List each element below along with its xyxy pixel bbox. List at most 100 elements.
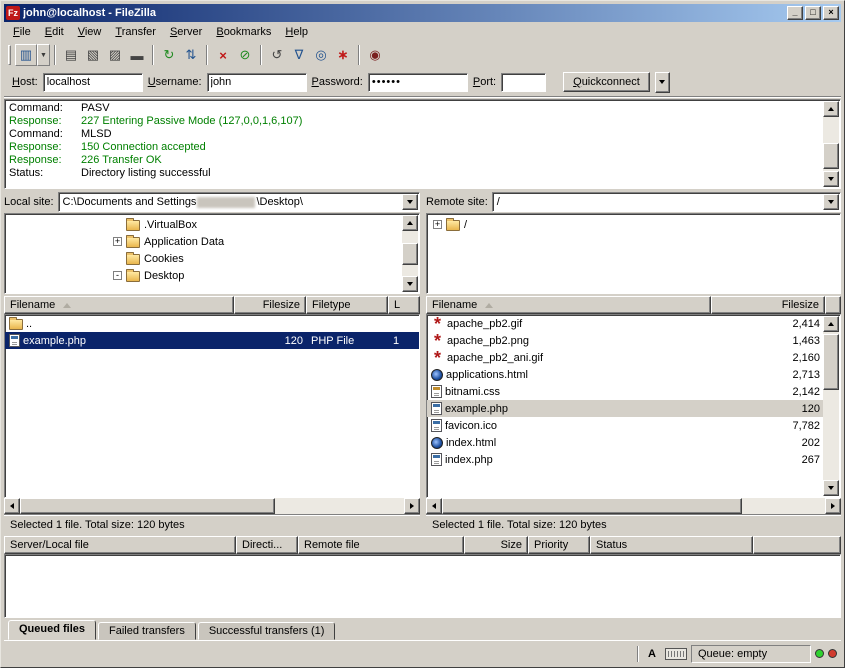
scroll-up-button[interactable] (823, 101, 839, 117)
column-header-direction[interactable]: Directi... (236, 536, 298, 554)
column-header-filename[interactable]: Filename (426, 296, 711, 314)
scroll-thumb[interactable] (402, 243, 418, 265)
column-header-filename[interactable]: Filename (4, 296, 234, 314)
local-site-combo[interactable]: C:\Documents and Settings\Desktop\ (58, 192, 420, 212)
scroll-right-button[interactable] (825, 498, 841, 514)
site-manager-dropdown-icon[interactable]: ▼ (37, 44, 50, 66)
quickconnect-dropdown-button[interactable] (655, 72, 670, 93)
encoding-indicator-icon[interactable]: A (643, 646, 661, 662)
queue-list[interactable] (4, 554, 841, 618)
image-file-icon (431, 351, 444, 364)
synchronized-browsing-icon[interactable]: ∗ (332, 44, 354, 66)
keyboard-icon[interactable] (665, 648, 687, 660)
scroll-thumb[interactable] (823, 334, 839, 390)
menu-transfer[interactable]: Transfer (108, 23, 163, 41)
menu-view[interactable]: View (71, 23, 109, 41)
local-tree-scrollbar[interactable] (402, 215, 418, 292)
tree-item[interactable]: .VirtualBox (5, 216, 419, 233)
tab-successful-transfers[interactable]: Successful transfers (1) (198, 622, 336, 640)
column-header-status[interactable]: Status (590, 536, 753, 554)
column-header-server-local-file[interactable]: Server/Local file (4, 536, 236, 554)
tree-item[interactable]: +/ (427, 216, 840, 233)
site-manager-icon[interactable]: ▥ (15, 44, 37, 66)
reconnect-icon[interactable]: ↺ (266, 44, 288, 66)
tree-item[interactable]: +Application Data (5, 233, 419, 250)
column-header-filesize[interactable]: Filesize (711, 296, 825, 314)
toggle-local-tree-icon[interactable]: ▧ (82, 44, 104, 66)
scroll-right-button[interactable] (404, 498, 420, 514)
menu-edit[interactable]: Edit (38, 23, 71, 41)
file-row[interactable]: index.php267 (427, 451, 824, 468)
file-row[interactable]: applications.html2,713 (427, 366, 824, 383)
scroll-thumb[interactable] (20, 498, 275, 514)
tree-item[interactable]: -Desktop (5, 267, 419, 284)
tree-expander[interactable]: + (113, 237, 122, 246)
status-led-red-icon (828, 649, 837, 658)
file-row[interactable]: .. (5, 315, 419, 332)
scroll-up-button[interactable] (823, 316, 839, 332)
close-button[interactable]: × (823, 6, 839, 20)
file-row[interactable]: apache_pb2.gif2,414 (427, 315, 824, 332)
column-header-last-modified[interactable]: L (388, 296, 420, 314)
menu-bookmarks[interactable]: Bookmarks (209, 23, 278, 41)
column-header-filetype[interactable]: Filetype (306, 296, 388, 314)
remote-path: / (497, 196, 500, 208)
tab-queued-files[interactable]: Queued files (8, 620, 96, 640)
process-queue-icon[interactable]: ⇅ (180, 44, 202, 66)
cancel-icon[interactable]: × (212, 44, 234, 66)
scroll-thumb[interactable] (823, 143, 839, 169)
directory-comparison-icon[interactable]: ◎ (310, 44, 332, 66)
host-input[interactable] (43, 73, 143, 92)
menu-file[interactable]: File (6, 23, 38, 41)
tree-expander[interactable]: + (433, 220, 442, 229)
remote-site-dropdown-button[interactable] (823, 194, 839, 210)
file-row[interactable]: bitnami.css2,142 (427, 383, 824, 400)
quickconnect-button[interactable]: Quickconnect (563, 72, 650, 92)
port-input[interactable] (501, 73, 546, 92)
image-file-icon (431, 317, 444, 330)
remote-horizontal-scrollbar[interactable] (426, 498, 841, 514)
queue-header: Server/Local file Directi... Remote file… (4, 536, 841, 554)
titlebar[interactable]: Fz john@localhost - FileZilla _ □ × (4, 4, 841, 22)
column-header-filesize[interactable]: Filesize (234, 296, 306, 314)
password-input[interactable] (368, 73, 468, 92)
queue-tabs: Queued files Failed transfers Successful… (4, 618, 841, 640)
tab-failed-transfers[interactable]: Failed transfers (98, 622, 196, 640)
toolbar-grip[interactable] (8, 45, 11, 65)
file-row[interactable]: apache_pb2_ani.gif2,160 (427, 349, 824, 366)
tree-item[interactable]: Cookies (5, 250, 419, 267)
toggle-remote-tree-icon[interactable]: ▨ (104, 44, 126, 66)
disconnect-icon[interactable]: ⊘ (234, 44, 256, 66)
minimize-button[interactable]: _ (787, 6, 803, 20)
log-scrollbar[interactable] (823, 101, 839, 187)
scroll-down-button[interactable] (402, 276, 418, 292)
menu-help[interactable]: Help (278, 23, 315, 41)
file-row[interactable]: favicon.ico7,782 (427, 417, 824, 434)
scroll-down-button[interactable] (823, 480, 839, 496)
scroll-up-button[interactable] (402, 215, 418, 231)
toggle-message-log-icon[interactable]: ▤ (60, 44, 82, 66)
local-horizontal-scrollbar[interactable] (4, 498, 420, 514)
local-site-dropdown-button[interactable] (402, 194, 418, 210)
tree-expander[interactable]: - (113, 271, 122, 280)
toggle-transfer-queue-icon[interactable]: ▬ (126, 44, 148, 66)
column-header-size[interactable]: Size (464, 536, 528, 554)
filter-icon[interactable]: ∇ (288, 44, 310, 66)
file-row[interactable]: index.html202 (427, 434, 824, 451)
file-row[interactable]: example.php120 (427, 400, 824, 417)
scroll-down-button[interactable] (823, 171, 839, 187)
menu-server[interactable]: Server (163, 23, 209, 41)
column-header-remote-file[interactable]: Remote file (298, 536, 464, 554)
scroll-thumb[interactable] (442, 498, 742, 514)
file-row[interactable]: apache_pb2.png1,463 (427, 332, 824, 349)
find-files-icon[interactable]: ◉ (364, 44, 386, 66)
scroll-left-button[interactable] (426, 498, 442, 514)
column-header-priority[interactable]: Priority (528, 536, 590, 554)
remote-list-scrollbar[interactable] (823, 316, 839, 496)
scroll-left-button[interactable] (4, 498, 20, 514)
maximize-button[interactable]: □ (805, 6, 821, 20)
username-input[interactable] (207, 73, 307, 92)
file-row[interactable]: example.php 120 PHP File 1 (5, 332, 419, 349)
refresh-icon[interactable]: ↻ (158, 44, 180, 66)
remote-site-combo[interactable]: / (492, 192, 841, 212)
